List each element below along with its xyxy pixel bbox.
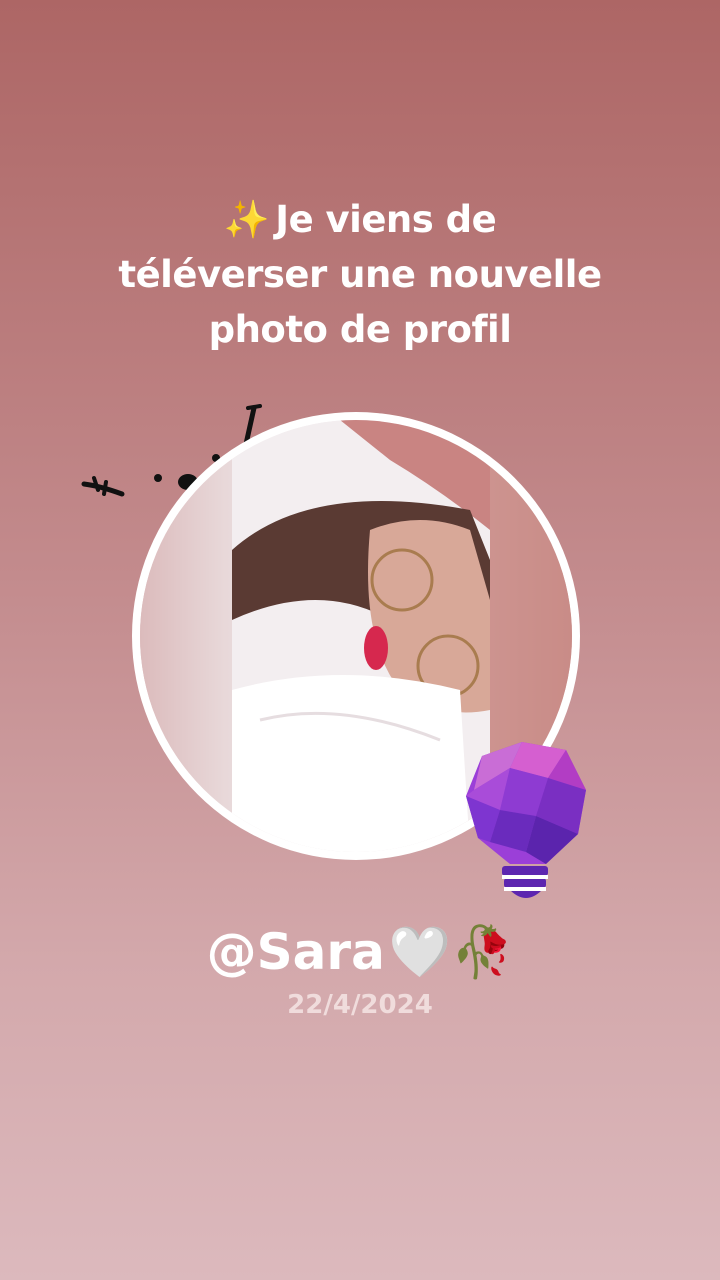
sparkles-icon: ✨ bbox=[223, 198, 270, 241]
headline: ✨ Je viens de téléverser une nouvelle pho… bbox=[60, 192, 660, 357]
lightbulb-icon bbox=[466, 742, 586, 898]
username-text: @Sara bbox=[206, 923, 385, 981]
headline-line-2: téléverser une nouvelle bbox=[118, 253, 602, 296]
headline-line-3: photo de profil bbox=[208, 308, 512, 351]
upload-date: 22/4/2024 bbox=[287, 990, 433, 1020]
username: @Sara🤍🥀 bbox=[0, 920, 720, 984]
wilted-rose-icon: 🥀 bbox=[451, 923, 514, 981]
white-heart-icon: 🤍 bbox=[388, 923, 452, 981]
headline-line-1: ✨ Je viens de bbox=[223, 198, 497, 241]
